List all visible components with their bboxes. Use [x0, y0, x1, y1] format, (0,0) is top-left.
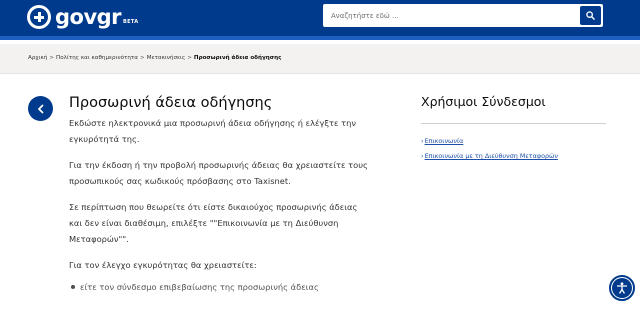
search-box [323, 4, 603, 27]
logo-text: govgr [55, 5, 122, 29]
breadcrumb-bar: Αρχική > Πολίτης και καθημερινότητα > Μετακι… [0, 44, 640, 74]
chevron-left-icon [37, 104, 43, 113]
breadcrumb-home[interactable]: Αρχική [28, 55, 47, 61]
sidebar-title: Χρήσιμοι Σύνδεσμοι [421, 94, 546, 109]
requirements-list: είτε τον σύνδεσμο επιβεβαίωσης της προσω… [69, 279, 369, 295]
breadcrumb-transport[interactable]: Μετακινήσεις [147, 55, 186, 61]
chevron-right-icon: › [421, 152, 424, 160]
back-button[interactable] [28, 96, 53, 121]
breadcrumb: Αρχική > Πολίτης και καθημερινότητα > Μετακι… [28, 55, 281, 61]
chevron-right-icon: › [421, 137, 424, 145]
breadcrumb-current: Προσωρινή άδεια οδήγησης [193, 55, 282, 61]
breadcrumb-separator: > [49, 55, 55, 61]
accessibility-button[interactable] [609, 275, 635, 301]
govgr-logo[interactable]: govgr BETA [27, 5, 138, 29]
greek-seal-icon [27, 5, 51, 29]
contact-link[interactable]: Επικοινωνία [425, 137, 464, 145]
validity-paragraph: Για τον έλεγχο εγκυρότητας θα χρειαστείτ… [69, 260, 257, 270]
intro-paragraph: Εκδώστε ηλεκτρονικά μια προσωρινή άδεια … [69, 118, 357, 144]
list-item: ›Επικοινωνία [421, 134, 606, 149]
useful-links-list: ›Επικοινωνία ›Επικοινωνία με τη Διεύθυνσ… [421, 134, 606, 164]
sidebar-divider [421, 123, 606, 124]
useful-links-sidebar: Χρήσιμοι Σύνδεσμοι ›Επικοινωνία ›Επικοιν… [421, 94, 606, 164]
list-item: είτε τον σύνδεσμο επιβεβαίωσης της προσω… [69, 279, 369, 295]
taxisnet-paragraph: Για την έκδοση ή την προβολή προσωρινής … [69, 160, 368, 186]
main-content: Προσωρινή άδεια οδήγησης Εκδώστε ηλεκτρο… [69, 94, 369, 295]
search-icon [586, 11, 595, 20]
breadcrumb-separator: > [187, 55, 192, 61]
page-title: Προσωρινή άδεια οδήγησης [69, 95, 273, 111]
beta-badge: BETA [123, 19, 139, 25]
contact-transport-link[interactable]: Επικοινωνία με τη Διεύθυνση Μεταφορών [425, 152, 558, 160]
search-input[interactable] [323, 4, 578, 27]
search-button[interactable] [580, 6, 601, 25]
top-header: govgr BETA [0, 0, 640, 40]
list-item: ›Επικοινωνία με τη Διεύθυνση Μεταφορών [421, 149, 606, 164]
breadcrumb-citizen[interactable]: Πολίτης και καθημερινότητα [56, 55, 138, 61]
breadcrumb-separator: > [140, 55, 145, 61]
accessibility-icon [612, 278, 632, 298]
eligibility-paragraph: Σε περίπτωση που θεωρείτε ότι είστε δικα… [69, 202, 358, 244]
